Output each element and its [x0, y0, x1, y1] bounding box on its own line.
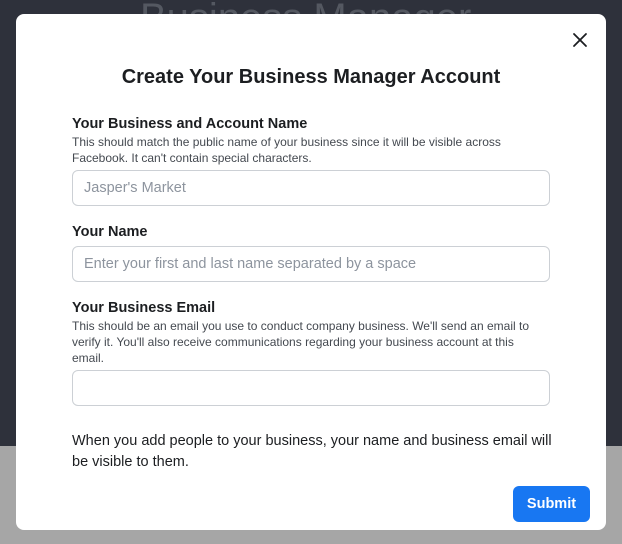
close-button[interactable]	[570, 30, 590, 50]
business-email-label: Your Business Email	[72, 300, 216, 316]
dialog-title: Create Your Business Manager Account	[121, 66, 501, 88]
create-account-dialog: Create Your Business Manager Account You…	[16, 14, 606, 530]
visibility-notice: When you add people to your business, yo…	[72, 433, 552, 470]
your-name-input[interactable]	[72, 246, 550, 282]
your-name-label: Your Name	[72, 224, 148, 240]
close-icon	[573, 33, 587, 47]
business-name-help: This should match the public name of you…	[72, 135, 501, 165]
submit-button[interactable]: Submit	[513, 486, 590, 522]
business-name-input[interactable]	[72, 170, 550, 206]
business-name-label: Your Business and Account Name	[72, 116, 308, 132]
business-email-help: This should be an email you use to condu…	[72, 319, 529, 365]
business-email-input[interactable]	[72, 370, 550, 406]
